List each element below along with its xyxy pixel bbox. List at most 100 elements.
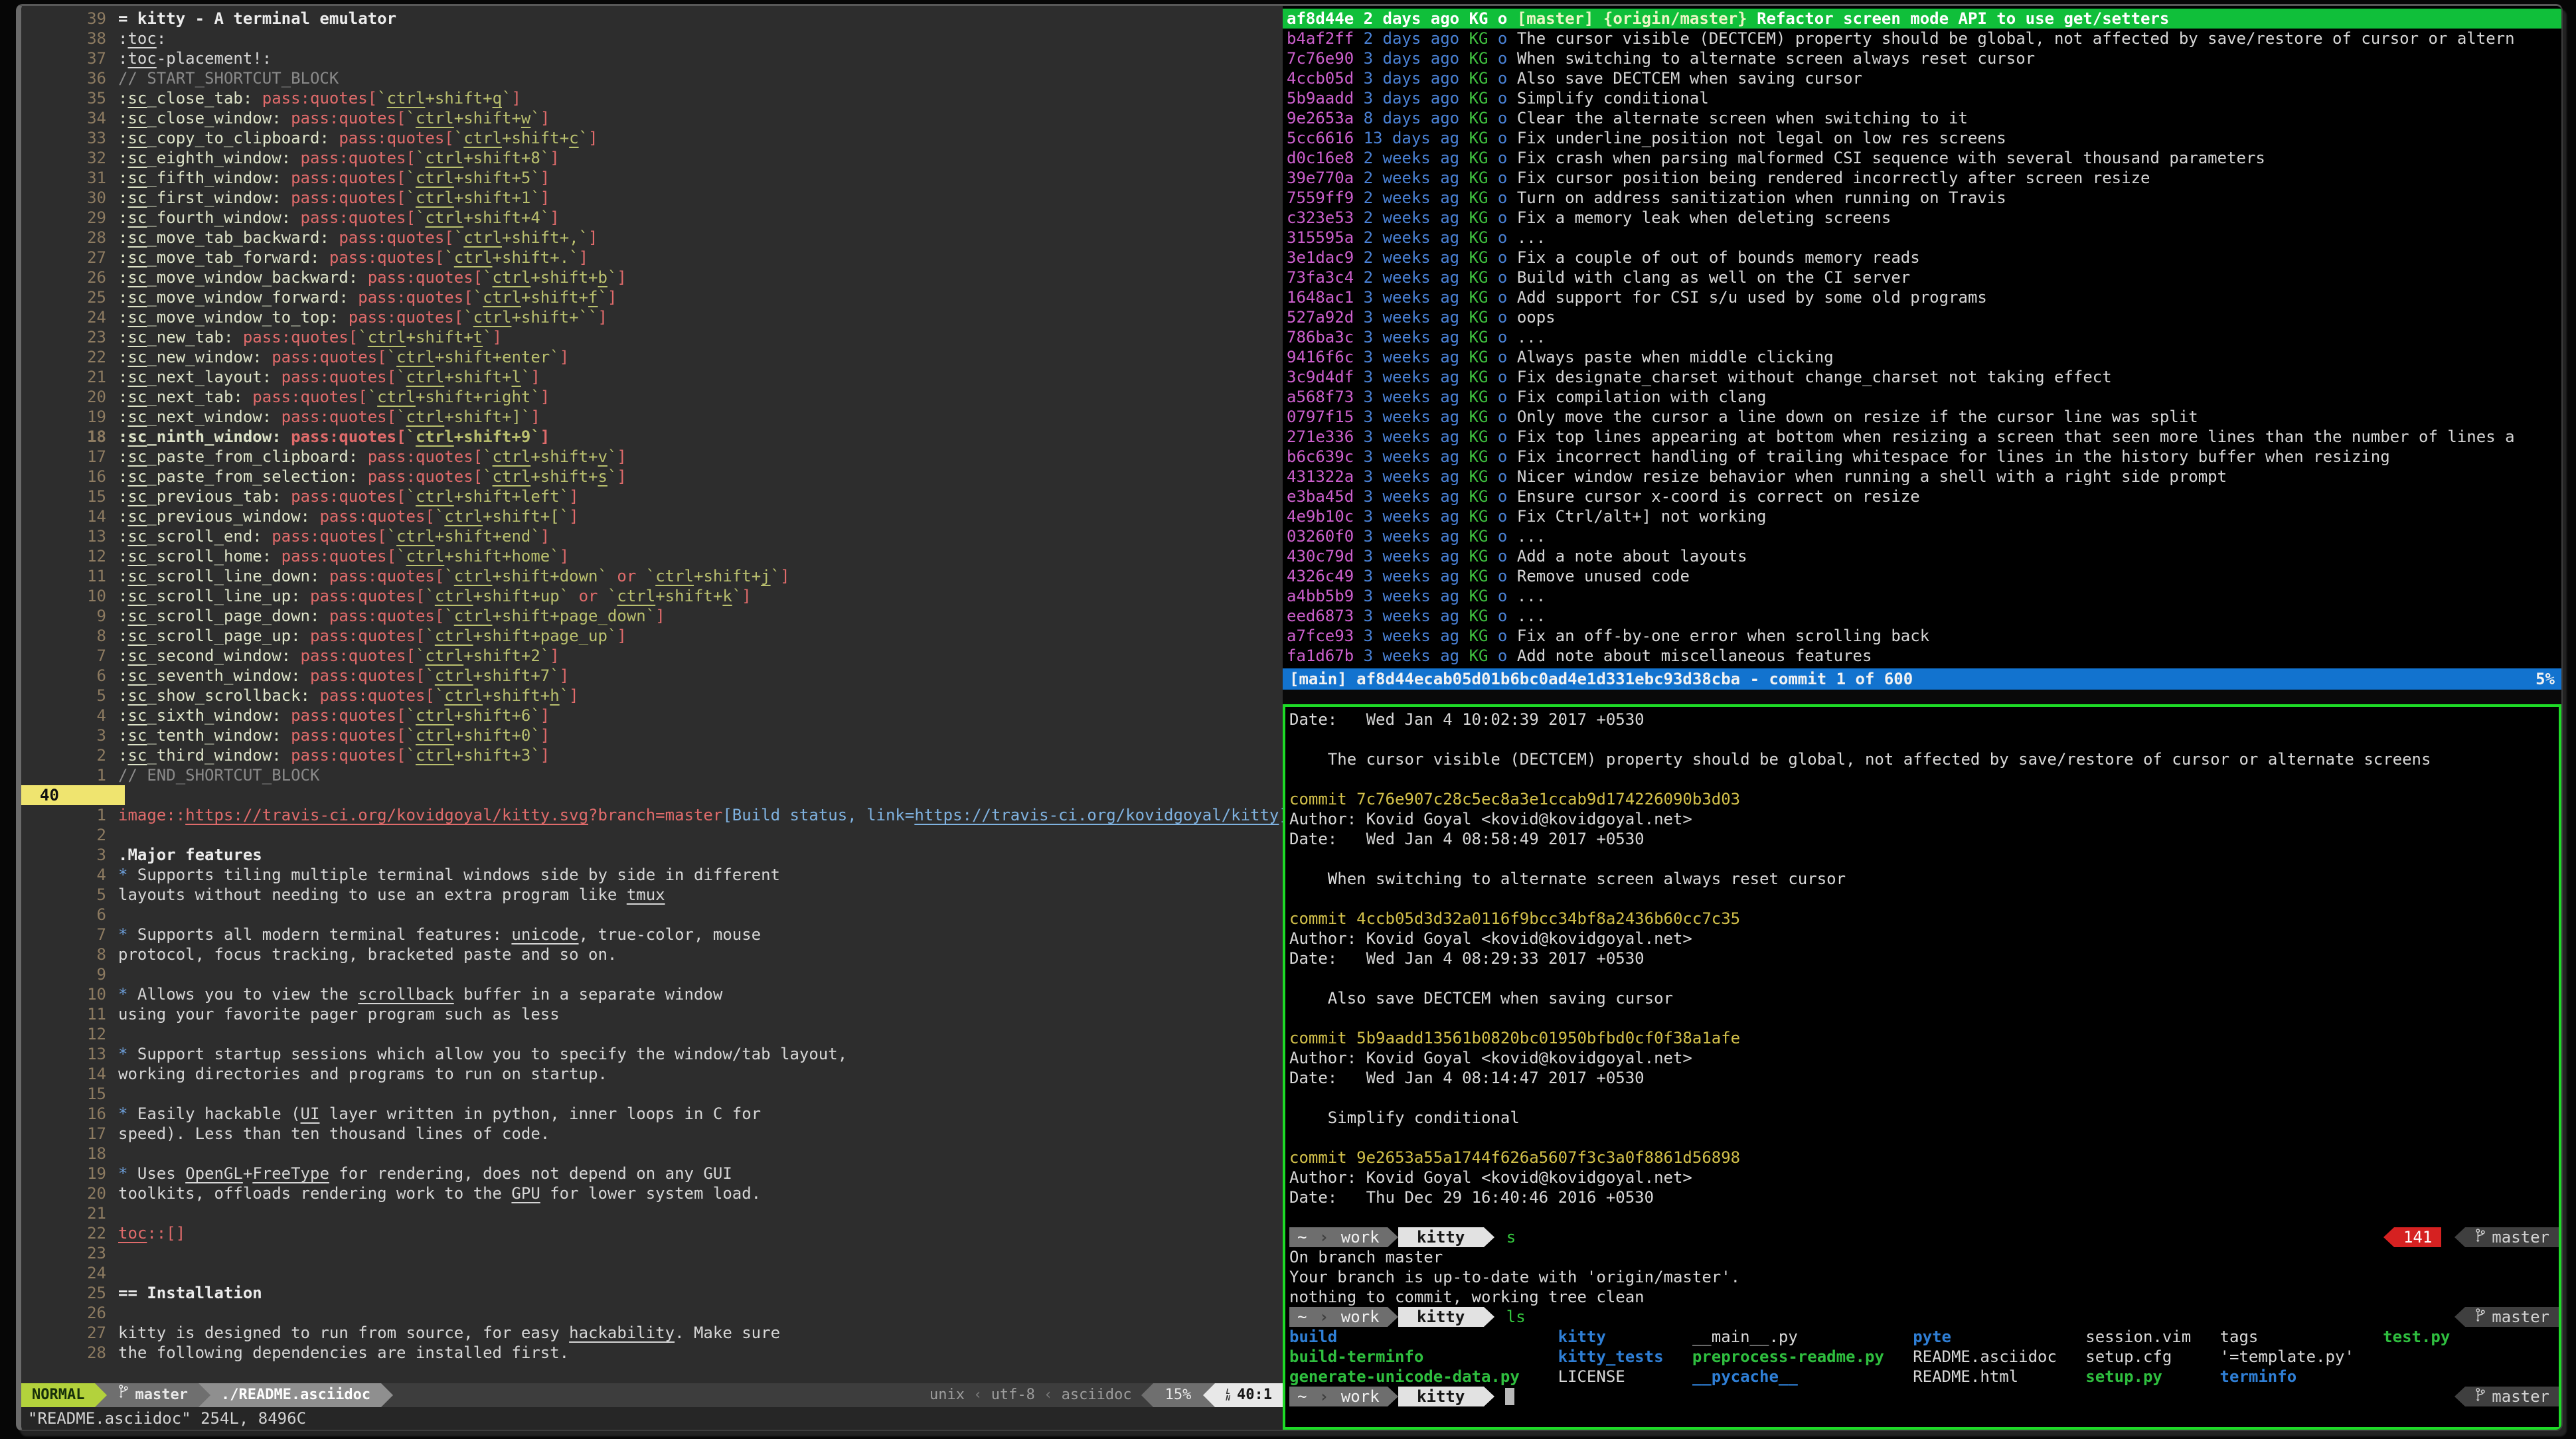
commit-row[interactable]: 315595a 2 weeks ag KG o ... — [1283, 228, 2561, 248]
editor-line[interactable]: 1image::https://travis-ci.org/kovidgoyal… — [21, 805, 1283, 825]
editor-line[interactable]: 21 — [21, 1203, 1283, 1223]
commit-row[interactable]: 4e9b10c 3 weeks ag KG o Fix Ctrl/alt+] n… — [1283, 506, 2561, 526]
editor-line[interactable]: 5:sc_show_scrollback: pass:quotes[`ctrl+… — [21, 686, 1283, 706]
editor-line[interactable]: 22:sc_new_window: pass:quotes[`ctrl+shif… — [21, 347, 1283, 367]
editor-line[interactable]: 8:sc_scroll_page_up: pass:quotes[`ctrl+s… — [21, 626, 1283, 646]
editor-line[interactable]: 25== Installation — [21, 1283, 1283, 1303]
commit-row[interactable]: 786ba3c 3 weeks ag KG o ... — [1283, 327, 2561, 347]
editor-line[interactable]: 19* Uses OpenGL+FreeType for rendering, … — [21, 1164, 1283, 1183]
commit-row[interactable]: 3e1dac9 2 weeks ag KG o Fix a couple of … — [1283, 248, 2561, 267]
editor-line[interactable]: 4:sc_sixth_window: pass:quotes[`ctrl+shi… — [21, 706, 1283, 725]
commit-row[interactable]: a568f73 3 weeks ag KG o Fix compilation … — [1283, 387, 2561, 407]
vim-pane[interactable]: 39= kitty - A terminal emulator38:toc:37… — [21, 6, 1283, 1430]
editor-line[interactable]: 23:sc_new_tab: pass:quotes[`ctrl+shift+t… — [21, 327, 1283, 347]
editor-line[interactable]: 27kitty is designed to run from source, … — [21, 1323, 1283, 1343]
commit-row[interactable]: 527a92d 3 weeks ag KG o oops — [1283, 307, 2561, 327]
editor-line[interactable]: 28the following dependencies are install… — [21, 1343, 1283, 1363]
editor-line[interactable]: 17speed). Less than ten thousand lines o… — [21, 1124, 1283, 1144]
editor-line[interactable]: 25:sc_move_window_forward: pass:quotes[`… — [21, 287, 1283, 307]
commit-row[interactable]: c323e53 2 weeks ag KG o Fix a memory lea… — [1283, 208, 2561, 228]
terminal-pane-active[interactable]: Date: Wed Jan 4 10:02:39 2017 +0530 The … — [1283, 704, 2561, 1430]
editor-line[interactable]: 11:sc_scroll_line_down: pass:quotes[`ctr… — [21, 566, 1283, 586]
editor-line[interactable]: 11using your favorite pager program such… — [21, 1004, 1283, 1024]
editor-line[interactable]: 15:sc_previous_tab: pass:quotes[`ctrl+sh… — [21, 487, 1283, 506]
editor-line[interactable]: 30:sc_first_window: pass:quotes[`ctrl+sh… — [21, 188, 1283, 208]
commit-row[interactable]: 39e770a 2 weeks ag KG o Fix cursor posit… — [1283, 168, 2561, 188]
shell-prompt-active[interactable]: ~ › work kitty master — [1289, 1387, 2559, 1406]
commit-row[interactable]: 431322a 3 weeks ag KG o Nicer window res… — [1283, 467, 2561, 487]
commit-row[interactable]: 03260f0 3 weeks ag KG o ... — [1283, 526, 2561, 546]
editor-line[interactable]: 27:sc_move_tab_forward: pass:quotes[`ctr… — [21, 248, 1283, 267]
editor-line[interactable]: 14working directories and programs to ru… — [21, 1064, 1283, 1084]
editor-line[interactable]: 4* Supports tiling multiple terminal win… — [21, 865, 1283, 885]
editor-line[interactable]: 9 — [21, 964, 1283, 984]
commit-row[interactable]: 5cc6616 13 days ag KG o Fix underline_po… — [1283, 128, 2561, 148]
commit-row[interactable]: 4326c49 3 weeks ag KG o Remove unused co… — [1283, 566, 2561, 586]
commit-row[interactable]: a7fce93 3 weeks ag KG o Fix an off-by-on… — [1283, 626, 2561, 646]
editor-line[interactable]: 10* Allows you to view the scrollback bu… — [21, 984, 1283, 1004]
editor-line[interactable]: 7:sc_second_window: pass:quotes[`ctrl+sh… — [21, 646, 1283, 666]
editor-line[interactable]: 34:sc_close_window: pass:quotes[`ctrl+sh… — [21, 108, 1283, 128]
editor-line[interactable]: 24 — [21, 1263, 1283, 1283]
commit-row[interactable]: fa1d67b 3 weeks ag KG o Add note about m… — [1283, 646, 2561, 666]
editor-line[interactable]: 39= kitty - A terminal emulator — [21, 9, 1283, 29]
editor-line[interactable]: 36// START_SHORTCUT_BLOCK — [21, 68, 1283, 88]
editor-line[interactable]: 2:sc_third_window: pass:quotes[`ctrl+shi… — [21, 745, 1283, 765]
editor-line[interactable]: 26:sc_move_window_backward: pass:quotes[… — [21, 267, 1283, 287]
editor-buffer[interactable]: 39= kitty - A terminal emulator38:toc:37… — [21, 6, 1283, 1383]
commit-row[interactable]: eed6873 3 weeks ag KG o ... — [1283, 606, 2561, 626]
editor-line[interactable]: 18:sc_ninth_window: pass:quotes[`ctrl+sh… — [21, 427, 1283, 447]
commit-row[interactable]: 0797f15 3 weeks ag KG o Only move the cu… — [1283, 407, 2561, 427]
commit-row-selected[interactable]: af8d44e 2 days ago KG o [master] {origin… — [1283, 9, 2561, 29]
editor-line[interactable]: 40 — [21, 785, 1283, 805]
editor-line[interactable]: 33:sc_copy_to_clipboard: pass:quotes[`ct… — [21, 128, 1283, 148]
editor-line[interactable]: 35:sc_close_tab: pass:quotes[`ctrl+shift… — [21, 88, 1283, 108]
commit-row[interactable]: 1648ac1 3 weeks ag KG o Add support for … — [1283, 287, 2561, 307]
editor-line[interactable]: 8protocol, focus tracking, bracketed pas… — [21, 945, 1283, 964]
editor-line[interactable]: 13* Support startup sessions which allow… — [21, 1044, 1283, 1064]
editor-line[interactable]: 12:sc_scroll_home: pass:quotes[`ctrl+shi… — [21, 546, 1283, 566]
commit-row[interactable]: 5b9aadd 3 days ago KG o Simplify conditi… — [1283, 88, 2561, 108]
commit-row[interactable]: b4af2ff 2 days ago KG o The cursor visib… — [1283, 29, 2561, 48]
editor-line[interactable]: 2 — [21, 825, 1283, 845]
editor-line[interactable]: 23 — [21, 1243, 1283, 1263]
editor-line[interactable]: 15 — [21, 1084, 1283, 1104]
editor-line[interactable]: 28:sc_move_tab_backward: pass:quotes[`ct… — [21, 228, 1283, 248]
commit-row[interactable]: 73fa3c4 2 weeks ag KG o Build with clang… — [1283, 267, 2561, 287]
editor-line[interactable]: 32:sc_eighth_window: pass:quotes[`ctrl+s… — [21, 148, 1283, 168]
editor-line[interactable]: 20toolkits, offloads rendering work to t… — [21, 1183, 1283, 1203]
commit-row[interactable]: 7c76e90 3 days ago KG o When switching t… — [1283, 48, 2561, 68]
editor-line[interactable]: 29:sc_fourth_window: pass:quotes[`ctrl+s… — [21, 208, 1283, 228]
commit-row[interactable]: 9e2653a 8 days ago KG o Clear the altern… — [1283, 108, 2561, 128]
commit-row[interactable]: a4bb5b9 3 weeks ag KG o ... — [1283, 586, 2561, 606]
editor-line[interactable]: 16:sc_paste_from_selection: pass:quotes[… — [21, 467, 1283, 487]
editor-line[interactable]: 14:sc_previous_window: pass:quotes[`ctrl… — [21, 506, 1283, 526]
editor-line[interactable]: 18 — [21, 1144, 1283, 1164]
editor-line[interactable]: 6:sc_seventh_window: pass:quotes[`ctrl+s… — [21, 666, 1283, 686]
editor-line[interactable]: 21:sc_next_layout: pass:quotes[`ctrl+shi… — [21, 367, 1283, 387]
commit-row[interactable]: 271e336 3 weeks ag KG o Fix top lines ap… — [1283, 427, 2561, 447]
editor-line[interactable]: 5layouts without needing to use an extra… — [21, 885, 1283, 905]
editor-line[interactable]: 7* Supports all modern terminal features… — [21, 925, 1283, 945]
editor-line[interactable]: 10:sc_scroll_line_up: pass:quotes[`ctrl+… — [21, 586, 1283, 606]
editor-line[interactable]: 1// END_SHORTCUT_BLOCK — [21, 765, 1283, 785]
editor-line[interactable]: 12 — [21, 1024, 1283, 1044]
editor-line[interactable]: 22toc::[] — [21, 1223, 1283, 1243]
editor-line[interactable]: 31:sc_fifth_window: pass:quotes[`ctrl+sh… — [21, 168, 1283, 188]
editor-line[interactable]: 3.Major features — [21, 845, 1283, 865]
editor-line[interactable]: 3:sc_tenth_window: pass:quotes[`ctrl+shi… — [21, 725, 1283, 745]
commit-row[interactable]: 3c9d4df 3 weeks ag KG o Fix designate_ch… — [1283, 367, 2561, 387]
editor-line[interactable]: 20:sc_next_tab: pass:quotes[`ctrl+shift+… — [21, 387, 1283, 407]
editor-line[interactable]: 38:toc: — [21, 29, 1283, 48]
commit-row[interactable]: 7559ff9 2 weeks ag KG o Turn on address … — [1283, 188, 2561, 208]
commit-row[interactable]: 4ccb05d 3 days ago KG o Also save DECTCE… — [1283, 68, 2561, 88]
editor-line[interactable]: 24:sc_move_window_to_top: pass:quotes[`c… — [21, 307, 1283, 327]
commit-row[interactable]: b6c639c 3 weeks ag KG o Fix incorrect ha… — [1283, 447, 2561, 467]
editor-line[interactable]: 17:sc_paste_from_clipboard: pass:quotes[… — [21, 447, 1283, 467]
editor-line[interactable]: 9:sc_scroll_page_down: pass:quotes[`ctrl… — [21, 606, 1283, 626]
commit-list[interactable]: af8d44e 2 days ago KG o [master] {origin… — [1283, 9, 2561, 666]
commit-row[interactable]: e3ba45d 3 weeks ag KG o Ensure cursor x-… — [1283, 487, 2561, 506]
editor-line[interactable]: 19:sc_next_window: pass:quotes[`ctrl+shi… — [21, 407, 1283, 427]
commit-row[interactable]: d0c16e8 2 weeks ag KG o Fix crash when p… — [1283, 148, 2561, 168]
editor-line[interactable]: 26 — [21, 1303, 1283, 1323]
